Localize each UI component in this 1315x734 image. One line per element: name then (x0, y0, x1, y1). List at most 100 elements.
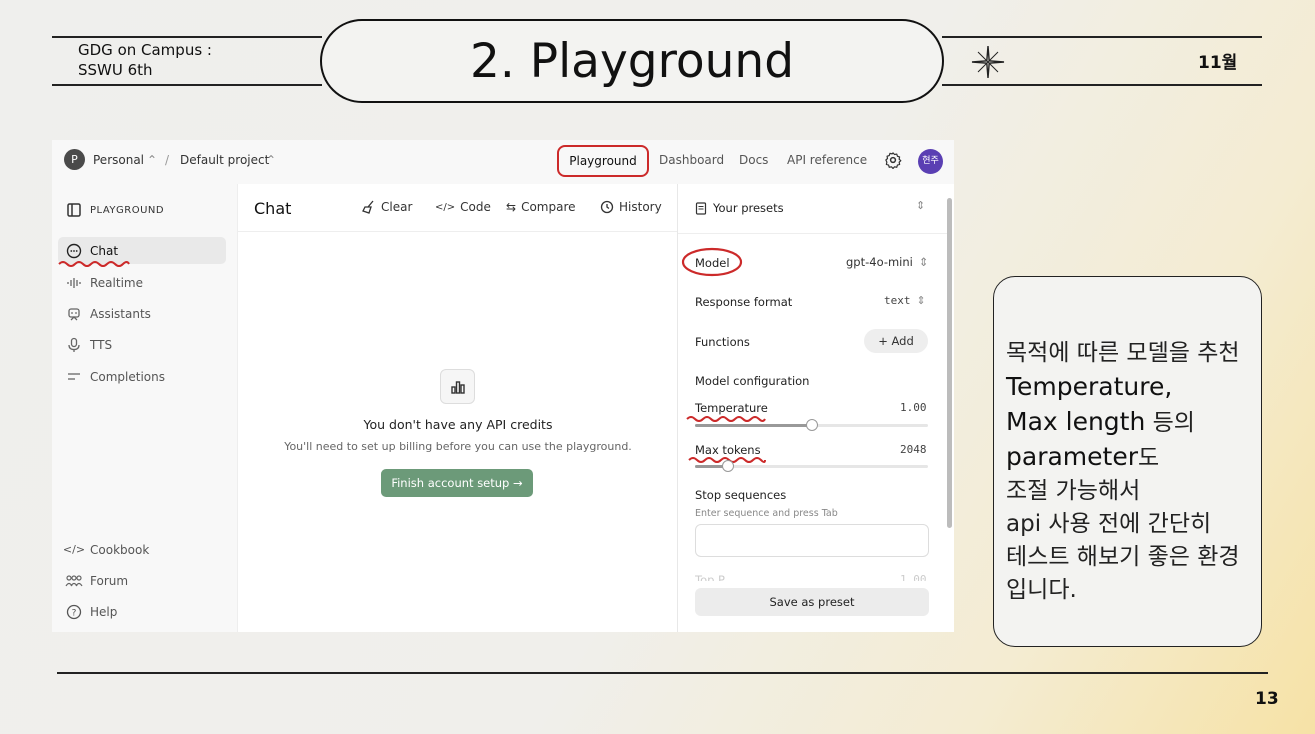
users-icon (65, 574, 83, 586)
note-line: 목적에 따른 모델을 추천 (1006, 340, 1240, 366)
note-line: api 사용 전에 간단히 (1006, 511, 1212, 537)
slider-handle[interactable] (722, 460, 734, 472)
temperature-value: 1.00 (900, 401, 927, 414)
compare-label: Compare (521, 200, 576, 214)
waveform-icon (67, 277, 81, 288)
sidebar-item-label: TTS (90, 337, 113, 352)
save-as-preset-button[interactable]: Save as preset (695, 588, 929, 616)
brand-line-1: GDG on Campus : (78, 41, 212, 59)
finish-account-setup-button[interactable]: Finish account setup → (381, 469, 533, 497)
divider (678, 233, 948, 234)
month-label: 11월 (1198, 53, 1238, 73)
broom-icon (362, 200, 374, 214)
sidebar-item-help[interactable]: ? Help (58, 598, 226, 625)
functions-label: Functions (695, 335, 750, 349)
nav-playground-label: Playground (569, 154, 637, 168)
red-underline-mark (58, 261, 130, 267)
code-button[interactable]: </> Code (435, 200, 491, 214)
stop-sequences-input[interactable] (695, 524, 929, 557)
brand-label: GDG on Campus : SSWU 6th (78, 40, 212, 80)
sidebar-item-label: Chat (90, 243, 119, 258)
scrollbar[interactable] (947, 188, 952, 628)
slider-handle[interactable] (806, 419, 818, 431)
footer-line (57, 672, 1268, 674)
nav-playground[interactable]: Playground (557, 145, 649, 177)
history-button[interactable]: History (600, 200, 662, 214)
response-format-select[interactable]: text ⇕ (884, 294, 926, 307)
model-select[interactable]: gpt-4o-mini ⇕ (846, 255, 929, 269)
header-line-top-right (942, 36, 1262, 38)
sidebar-item-assistants[interactable]: Assistants (58, 300, 226, 327)
sidebar-header: PLAYGROUND (58, 202, 164, 218)
compare-button[interactable]: ⇆ Compare (506, 200, 576, 214)
sidebar-item-completions[interactable]: Completions (58, 363, 226, 390)
note-line: 도 (1137, 445, 1160, 471)
help-circle-icon: ? (66, 604, 82, 619)
code-label: Code (460, 200, 491, 214)
presets-label: Your presets (713, 201, 784, 215)
sidebar-item-label: Cookbook (90, 542, 150, 557)
max-tokens-slider[interactable] (695, 460, 928, 472)
sidebar-item-label: Help (90, 604, 118, 619)
workspace-avatar[interactable]: P (64, 149, 85, 170)
nav-dashboard[interactable]: Dashboard (659, 153, 724, 167)
max-tokens-label: Max tokens (695, 443, 761, 457)
model-label: Model (695, 256, 730, 270)
model-config-label: Model configuration (695, 374, 810, 388)
user-avatar[interactable]: 현주 (918, 149, 943, 174)
chevron-updown-icon: ⇕ (916, 294, 926, 307)
max-tokens-value: 2048 (900, 443, 927, 456)
model-value: gpt-4o-mini (846, 255, 913, 269)
nav-api-reference[interactable]: API reference (787, 153, 867, 167)
note-line: 입니다. (1006, 577, 1077, 603)
nav-docs[interactable]: Docs (739, 153, 768, 167)
top-p-value: 1.00 (900, 573, 927, 581)
response-format-label: Response format (695, 295, 793, 309)
sidebar-item-label: Realtime (90, 275, 143, 290)
sidebar-item-tts[interactable]: TTS (58, 331, 226, 358)
clear-button[interactable]: Clear (362, 200, 412, 214)
chevron-updown-icon: ⌃ (147, 153, 158, 167)
workspace-switcher[interactable]: Personal (93, 153, 144, 167)
microphone-icon (68, 337, 80, 352)
temperature-slider[interactable] (695, 419, 928, 431)
history-icon (600, 200, 614, 214)
slider-fill (695, 424, 812, 427)
note-line: Temperature, (1006, 372, 1173, 401)
note-line: 등의 (1145, 410, 1195, 436)
compare-arrows-icon: ⇆ (506, 200, 517, 214)
playground-screenshot: P Personal ⌃ / Default project ⌃ Playgro… (52, 140, 954, 632)
sidebar-item-cookbook[interactable]: </> Cookbook (58, 536, 226, 563)
header-line-bottom-left (52, 84, 322, 86)
sidebar-item-forum[interactable]: Forum (58, 567, 226, 594)
add-function-button[interactable]: + Add (864, 329, 928, 353)
top-bar: P Personal ⌃ / Default project ⌃ Playgro… (52, 140, 954, 184)
chat-bubble-icon (66, 243, 82, 258)
chevron-updown-icon: ⇕ (918, 255, 929, 269)
stop-sequences-hint: Enter sequence and press Tab (695, 508, 838, 519)
chevron-updown-icon: ⌃ (266, 153, 277, 167)
sidebar-toggle-icon[interactable] (58, 202, 90, 218)
text-lines-icon (68, 372, 80, 380)
sidebar-item-realtime[interactable]: Realtime (58, 269, 226, 296)
top-p-label: Top P (695, 573, 725, 581)
presets-selector[interactable]: Your presets (695, 201, 784, 215)
gear-icon[interactable] (884, 151, 902, 169)
empty-state-title: You don't have any API credits (363, 417, 553, 432)
response-format-value: text (884, 294, 911, 307)
page-number: 13 (1255, 689, 1279, 709)
explanation-note: 목적에 따른 모델을 추천 Temperature, Max length 등의… (993, 276, 1262, 647)
sidebar-item-label: Assistants (90, 306, 151, 321)
chat-title: Chat (254, 199, 292, 218)
chevron-updown-icon: ⇕ (916, 199, 926, 212)
stop-sequences-label: Stop sequences (695, 488, 787, 502)
slide-title-text: 2. Playground (469, 33, 795, 89)
settings-panel: Your presets ⇕ Model gpt-4o-mini ⇕ Respo… (677, 184, 954, 632)
note-line: 테스트 해보기 좋은 환경 (1006, 544, 1240, 570)
clear-label: Clear (381, 200, 413, 214)
header-line-top-left (52, 36, 322, 38)
code-icon: </> (62, 543, 86, 556)
chat-panel: Chat Clear </> Code ⇆ Compare History Yo… (237, 184, 678, 632)
project-switcher[interactable]: Default project (180, 153, 269, 167)
note-line: Max length (1006, 407, 1146, 436)
